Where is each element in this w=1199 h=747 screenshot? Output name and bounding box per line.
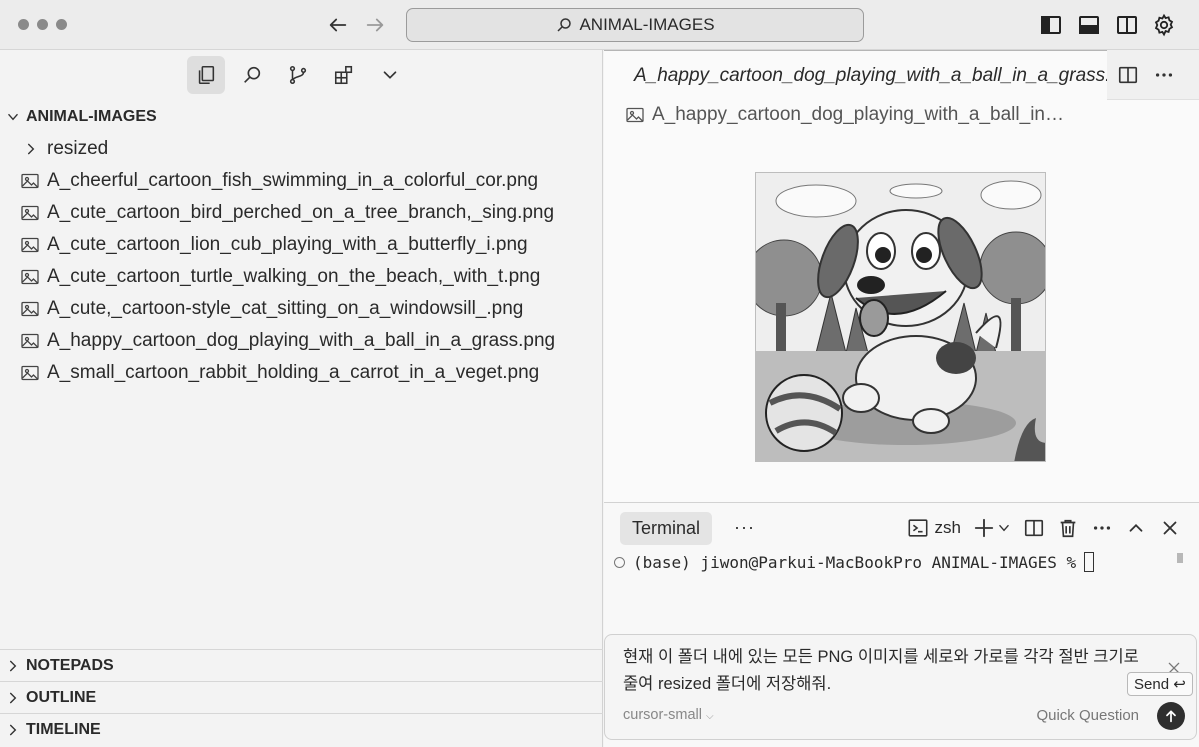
image-file-icon [21,205,39,221]
file-label: A_cute_cartoon_turtle_walking_on_the_bea… [47,266,541,287]
file-label: A_cute_cartoon_bird_perched_on_a_tree_br… [47,202,555,223]
editor-tab-active[interactable]: A_happy_cartoon_dog_playing_with_a_ball_… [604,50,1107,100]
minimize-window-button[interactable] [37,19,48,30]
quick-question-label: Quick Question [1036,707,1139,724]
file-item[interactable]: A_cute_cartoon_turtle_walking_on_the_bea… [0,261,603,293]
prompt-text: (base) jiwon@Parkui-MacBookPro ANIMAL-IM… [633,552,1077,572]
file-label: A_small_cartoon_rabbit_holding_a_carrot_… [47,362,540,383]
new-terminal-plus-icon[interactable] [973,515,1011,541]
image-file-icon [21,237,39,253]
image-file-icon [626,107,644,123]
arrow-up-icon [1166,710,1176,723]
send-button[interactable] [1157,702,1185,730]
command-center-label: ANIMAL-IMAGES [579,15,715,34]
close-window-button[interactable] [18,19,29,30]
more-actions-icon[interactable] [1151,62,1177,88]
search-icon [557,18,572,32]
image-file-icon [21,269,39,285]
chevron-right-icon [0,659,26,673]
chevron-right-icon [0,691,26,705]
terminal-icon [908,519,928,537]
activity-bar [187,56,409,94]
panel-more-tabs-button[interactable]: ··· [734,517,755,538]
file-item[interactable]: A_small_cartoon_rabbit_holding_a_carrot_… [0,357,603,389]
file-item[interactable]: A_cheerful_cartoon_fish_swimming_in_a_co… [0,165,603,197]
primary-sidebar: ANIMAL-IMAGES resized A_cheerful_cartoon… [0,50,603,747]
terminal-actions: zsh [907,515,1181,541]
editor-actions [1115,62,1199,88]
chevron-right-icon [0,723,26,737]
quick-question-composer[interactable]: 현재 이 폴더 내에 있는 모든 PNG 이미지를 세로와 가로를 각각 절반 … [604,634,1197,740]
maximize-window-button[interactable] [56,19,67,30]
prompt-status-icon [614,556,625,568]
toggle-primary-sidebar-icon[interactable] [1037,11,1065,39]
file-label: A_cheerful_cartoon_fish_swimming_in_a_co… [47,170,539,191]
explorer-root-label: ANIMAL-IMAGES [26,108,157,125]
tooltip-label: Send ↩ [1134,676,1186,693]
image-file-icon [21,173,39,189]
send-tooltip: Send ↩ [1127,672,1193,696]
section-label: OUTLINE [26,688,97,706]
tab-label: A_happy_cartoon_dog_playing_with_a_ball_… [634,64,1107,86]
file-item[interactable]: A_cute_cartoon_lion_cub_playing_with_a_b… [0,229,603,261]
terminal-shell-selector[interactable]: zsh [907,515,961,541]
editor-tab-bar: A_happy_cartoon_dog_playing_with_a_ball_… [604,50,1199,100]
more-actions-icon[interactable] [1091,515,1113,541]
file-label: A_happy_cartoon_dog_playing_with_a_ball_… [47,330,556,351]
file-label: A_cute_cartoon_lion_cub_playing_with_a_b… [47,234,528,255]
composer-input[interactable]: 현재 이 폴더 내에 있는 모든 PNG 이미지를 세로와 가로를 각각 절반 … [623,644,1158,698]
source-control-icon[interactable] [279,56,317,94]
image-preview [755,172,1046,462]
folder-label: resized [47,138,109,159]
toggle-panel-icon[interactable] [1075,11,1103,39]
image-file-icon [21,301,39,317]
file-label: A_cute,_cartoon-style_cat_sitting_on_a_w… [47,298,524,319]
image-file-icon [21,365,39,381]
section-label: NOTEPADS [26,656,114,674]
title-bar: ANIMAL-IMAGES [0,0,1199,50]
extensions-icon[interactable] [325,56,363,94]
window-controls[interactable] [18,19,67,30]
explorer-root-header[interactable]: ANIMAL-IMAGES [0,101,603,133]
forward-arrow-icon[interactable] [362,12,388,38]
terminal-cursor [1084,552,1095,572]
search-icon[interactable] [233,56,271,94]
back-arrow-icon[interactable] [325,12,351,38]
explorer-files-icon[interactable] [187,56,225,94]
chevron-down-icon [0,110,26,124]
split-editor-icon[interactable] [1115,62,1141,88]
model-label: cursor-small [623,707,702,723]
terminal-tab-label: Terminal [632,518,701,538]
chevron-right-icon [27,143,35,155]
terminal-prompt[interactable]: (base) jiwon@Parkui-MacBookPro ANIMAL-IM… [614,552,1095,572]
maximize-panel-chevron-up-icon[interactable] [1125,515,1147,541]
cartoon-dog-illustration [756,173,1045,461]
close-panel-icon[interactable] [1159,515,1181,541]
command-center-search[interactable]: ANIMAL-IMAGES [406,8,864,42]
timeline-section-header[interactable]: TIMELINE [0,713,603,745]
toggle-secondary-sidebar-icon[interactable] [1113,11,1141,39]
breadcrumb-label: A_happy_cartoon_dog_playing_with_a_ball_… [652,104,1064,125]
chevron-down-icon [999,524,1009,532]
folder-resized[interactable]: resized [0,133,603,165]
file-item[interactable]: A_cute,_cartoon-style_cat_sitting_on_a_w… [0,293,603,325]
shell-label: zsh [934,518,961,537]
editor-area: A_happy_cartoon_dog_playing_with_a_ball_… [604,50,1199,502]
terminal-scrollbar[interactable] [1177,553,1183,563]
image-file-icon [21,333,39,349]
file-item[interactable]: A_cute_cartoon_bird_perched_on_a_tree_br… [0,197,603,229]
notepads-section-header[interactable]: NOTEPADS [0,649,603,681]
outline-section-header[interactable]: OUTLINE [0,681,603,713]
settings-gear-icon[interactable] [1150,11,1178,39]
breadcrumb[interactable]: A_happy_cartoon_dog_playing_with_a_ball_… [626,104,1064,126]
trash-icon[interactable] [1057,515,1079,541]
model-selector[interactable]: cursor-small ⌵ [623,707,714,723]
chevron-down-icon[interactable] [371,56,409,94]
file-item[interactable]: A_happy_cartoon_dog_playing_with_a_ball_… [0,325,603,357]
split-terminal-icon[interactable] [1023,515,1045,541]
tab-terminal[interactable]: Terminal [620,512,713,545]
section-label: TIMELINE [26,720,101,738]
chevron-down-icon: ⌵ [705,711,714,722]
